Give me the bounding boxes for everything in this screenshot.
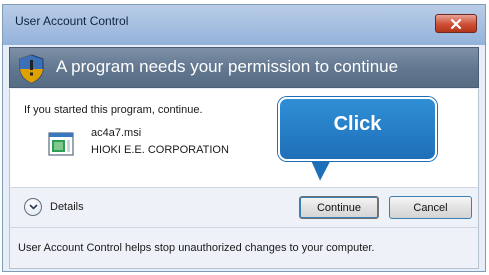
chevron-down-icon	[28, 204, 38, 210]
callout-label: Click	[333, 113, 382, 135]
window-title: User Account Control	[15, 14, 129, 28]
security-shield-icon	[19, 54, 44, 84]
title-bar: User Account Control	[3, 5, 485, 45]
action-bar: Details Continue Cancel	[9, 187, 479, 227]
publisher-name: HIOKI E.E. CORPORATION	[91, 144, 229, 156]
footer-info-text: User Account Control helps stop unauthor…	[18, 242, 375, 254]
installer-package-icon	[48, 132, 74, 156]
instruction-text: If you started this program, continue.	[24, 104, 203, 116]
info-footer: User Account Control helps stop unauthor…	[9, 227, 479, 269]
banner-heading: A program needs your permission to conti…	[56, 57, 399, 76]
continue-button[interactable]: Continue	[299, 196, 379, 219]
program-file-name: ac4a7.msi	[91, 127, 142, 139]
close-button[interactable]	[435, 14, 477, 33]
details-label[interactable]: Details	[50, 201, 84, 213]
cancel-button[interactable]: Cancel	[389, 196, 472, 219]
click-callout: Click	[278, 97, 437, 161]
details-toggle-button[interactable]	[24, 198, 42, 216]
permission-banner: A program needs your permission to conti…	[9, 47, 479, 88]
close-icon	[450, 18, 462, 29]
